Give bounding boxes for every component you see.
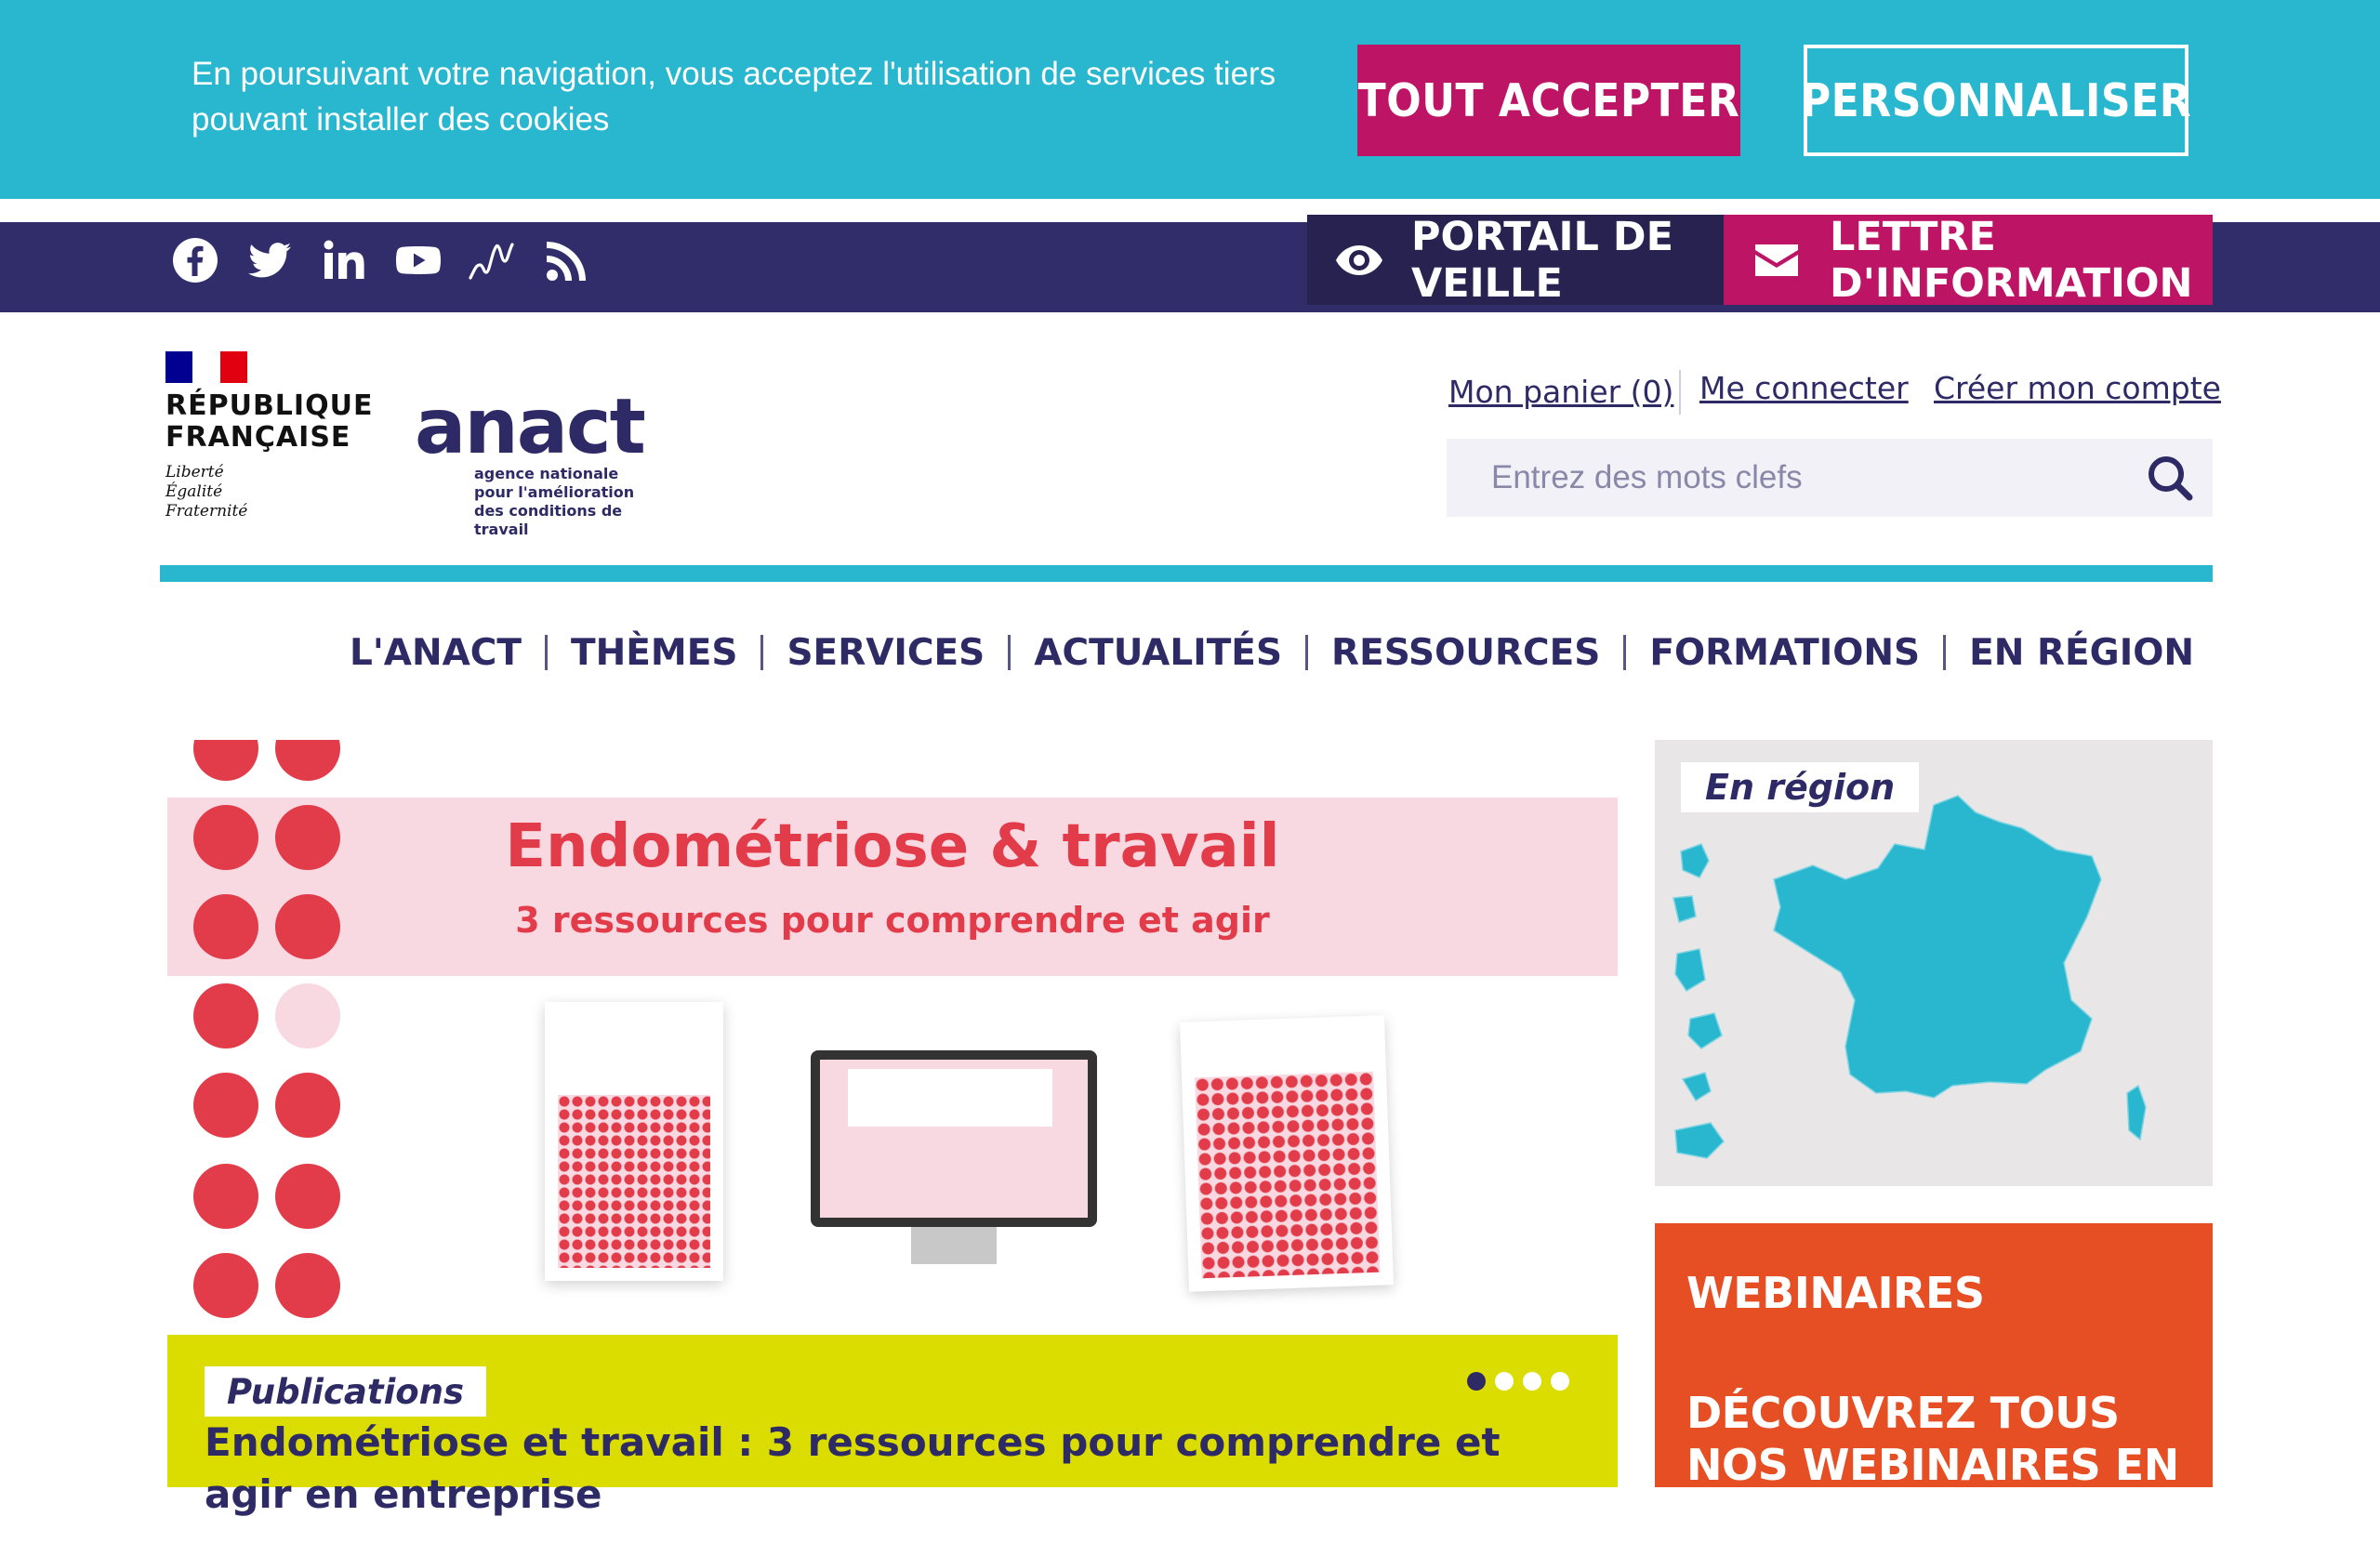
slide-dot-3[interactable] xyxy=(1523,1372,1541,1391)
anact-tagline: agence nationale pour l'amélioration des… xyxy=(474,465,635,538)
youtube-icon[interactable] xyxy=(392,234,444,286)
decor-dot xyxy=(275,983,340,1048)
newsletter-label: LETTRE D'INFORMATION xyxy=(1830,213,2193,307)
hero-slide-image[interactable]: Endométriose & travail 3 ressources pour… xyxy=(167,740,1618,1335)
hero-title: Endométriose & travail xyxy=(505,812,1280,881)
accept-all-button[interactable]: TOUT ACCEPTER xyxy=(1357,45,1740,156)
decor-dot xyxy=(193,983,258,1048)
rf-motto-fraternite: Fraternité xyxy=(165,502,248,521)
nav-separator xyxy=(760,635,764,670)
nav-en-region[interactable]: EN RÉGION xyxy=(1969,632,2194,674)
portail-veille-label: PORTAIL DE VEILLE xyxy=(1411,213,1673,307)
hero-headline[interactable]: Endométriose et travail : 3 ressources p… xyxy=(205,1417,1506,1521)
decor-dot xyxy=(193,1253,258,1318)
search-input[interactable] xyxy=(1447,439,2135,517)
decor-dot xyxy=(193,740,258,781)
decor-dot xyxy=(275,1253,340,1318)
nav-actualites[interactable]: ACTUALITÉS xyxy=(1034,632,1282,674)
facebook-icon[interactable] xyxy=(169,234,221,286)
portail-veille-button[interactable]: PORTAIL DE VEILLE xyxy=(1307,213,1724,307)
webinar-card[interactable]: WEBINAIRES DÉCOUVREZ TOUS NOS WEBINAIRES… xyxy=(1655,1223,2213,1542)
rf-title-line1: RÉPUBLIQUE xyxy=(165,389,374,422)
rf-title-line2: FRANÇAISE xyxy=(165,421,351,454)
nav-themes[interactable]: THÈMES xyxy=(571,632,737,674)
customize-cookies-button[interactable]: PERSONNALISER xyxy=(1801,45,2191,156)
eye-icon xyxy=(1335,244,1383,277)
webinar-title: WEBINAIRES xyxy=(1686,1268,1985,1318)
search-box xyxy=(1447,439,2213,517)
republique-francaise-logo[interactable]: RÉPUBLIQUE FRANÇAISE Liberté Égalité Fra… xyxy=(165,351,374,523)
decor-dot xyxy=(275,740,340,781)
decor-dot xyxy=(193,1073,258,1138)
anact-logo[interactable]: anact agence nationale pour l'améliorati… xyxy=(415,383,675,539)
region-tag: En région xyxy=(1681,762,1920,812)
region-card[interactable]: En région xyxy=(1655,740,2213,1186)
monitor-stand xyxy=(911,1227,997,1264)
header-link-divider xyxy=(1679,370,1681,415)
nav-separator xyxy=(1305,635,1309,670)
rf-motto-egalite: Égalité xyxy=(165,482,223,501)
slider-dots xyxy=(1467,1372,1569,1391)
rf-motto-liberte: Liberté xyxy=(165,463,224,481)
login-link[interactable]: Me connecter xyxy=(1699,370,1909,406)
cookie-message: En poursuivant votre navigation, vous ac… xyxy=(192,56,1276,138)
nav-separator xyxy=(1943,635,1947,670)
slide-dot-1[interactable] xyxy=(1467,1372,1486,1391)
webinar-text: DÉCOUVREZ TOUS NOS WEBINAIRES EN REPLAY xyxy=(1686,1388,2179,1542)
nav-formations[interactable]: FORMATIONS xyxy=(1649,632,1920,674)
register-link[interactable]: Créer mon compte xyxy=(1934,370,2221,406)
decor-dot xyxy=(193,1164,258,1229)
header-divider xyxy=(160,565,2213,582)
category-tag: Publications xyxy=(205,1366,487,1417)
twitter-icon[interactable] xyxy=(244,234,296,286)
marianne-flag xyxy=(165,351,247,383)
nav-anact[interactable]: L'ANACT xyxy=(350,632,522,674)
hero-caption[interactable]: Publications Endométriose et travail : 3… xyxy=(167,1335,1618,1517)
monitor-image xyxy=(811,1050,1097,1227)
sparkline-icon[interactable] xyxy=(465,234,517,286)
main-nav: L'ANACT THÈMES SERVICES ACTUALITÉS RESSO… xyxy=(350,625,2194,680)
rss-icon[interactable] xyxy=(541,234,593,286)
nav-services[interactable]: SERVICES xyxy=(787,632,985,674)
newsletter-button[interactable]: LETTRE D'INFORMATION xyxy=(1724,213,2213,307)
decor-dot xyxy=(275,1164,340,1229)
nav-separator xyxy=(545,635,549,670)
linkedin-icon[interactable] xyxy=(318,234,370,286)
cookie-banner: En poursuivant votre navigation, vous ac… xyxy=(0,0,2380,199)
guide-image xyxy=(1180,1015,1394,1292)
anact-wordmark: anact xyxy=(415,383,646,471)
decor-dot xyxy=(275,1073,340,1138)
nav-separator xyxy=(1623,635,1627,670)
cart-link[interactable]: Mon panier (0) xyxy=(1448,374,1673,410)
hero-subtitle: 3 ressources pour comprendre et agir xyxy=(515,900,1270,941)
slide-dot-2[interactable] xyxy=(1495,1372,1514,1391)
brochure-image xyxy=(545,1002,723,1281)
nav-separator xyxy=(1008,635,1012,670)
search-icon[interactable] xyxy=(2146,454,2194,502)
envelope-icon xyxy=(1753,243,1800,278)
nav-ressources[interactable]: RESSOURCES xyxy=(1331,632,1600,674)
slide-dot-4[interactable] xyxy=(1551,1372,1569,1391)
